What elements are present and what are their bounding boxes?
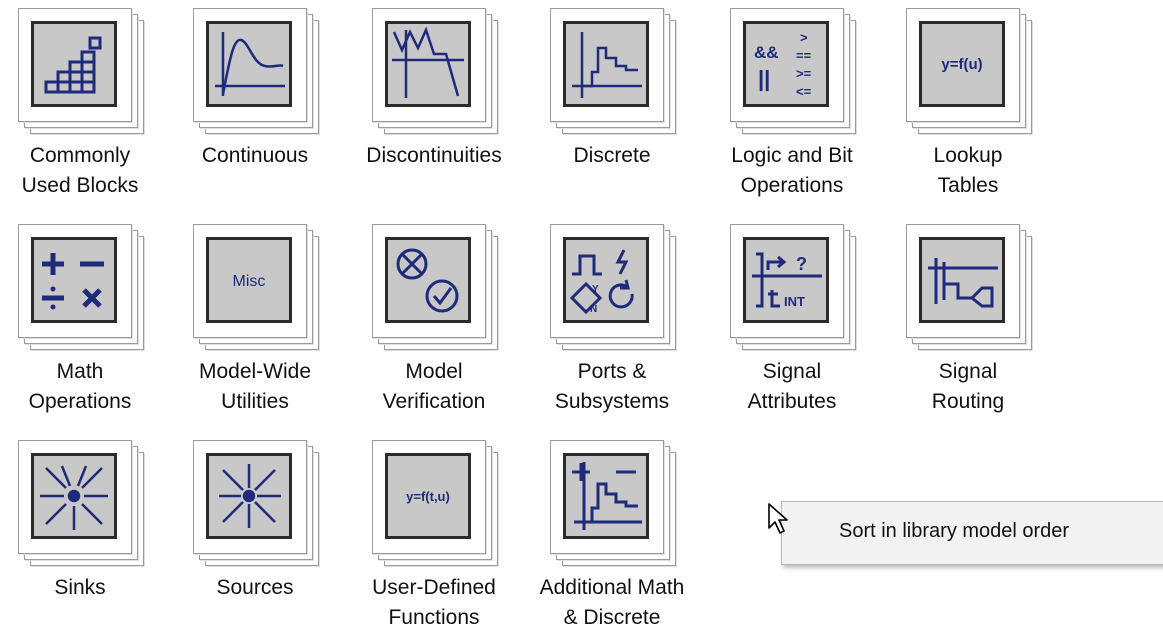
block-label: Continuous (201, 144, 309, 167)
library-block-discontinuities[interactable]: Discontinuities (354, 0, 514, 210)
logic-and-glyph: && (754, 43, 779, 62)
library-block-lookup-tables[interactable]: y=f(u) Lookup Tables (888, 0, 1048, 210)
ports-yes-glyph: Y (592, 284, 599, 295)
block-icon-stack: Y N (550, 224, 676, 350)
continuous-icon (206, 21, 292, 107)
signal-routing-icon (919, 237, 1005, 323)
lookup-tables-glyph: y=f(u) (941, 56, 982, 73)
block-label: Logic and Bit Operations (731, 144, 853, 197)
logic-or-glyph: || (758, 66, 770, 91)
lookup-tables-icon: y=f(u) (919, 21, 1005, 107)
library-block-signal-attributes[interactable]: ? INT Signal Attributes (712, 216, 872, 426)
library-block-additional-math-discrete[interactable]: Additional Math & Discrete (532, 432, 692, 642)
block-label: Model-Wide Utilities (198, 360, 312, 413)
block-icon-stack (550, 8, 676, 134)
block-icon-stack (193, 8, 319, 134)
block-label: Discrete (573, 144, 651, 167)
block-label: Signal Attributes (747, 360, 837, 413)
logic-le-glyph: <= (796, 84, 812, 99)
block-icon-stack: y=f(t,u) (372, 440, 498, 566)
block-icon-stack (550, 440, 676, 566)
block-icon-stack (372, 224, 498, 350)
context-menu: Sort in library model order (781, 501, 1163, 565)
library-block-user-defined-functions[interactable]: y=f(t,u) User-Defined Functions (354, 432, 514, 642)
library-block-math-operations[interactable]: Math Operations (0, 216, 160, 426)
block-icon-stack (18, 224, 144, 350)
ports-no-glyph: N (590, 304, 597, 315)
logic-gt-glyph: > (800, 30, 808, 45)
sources-icon (206, 453, 292, 539)
sinks-icon (31, 453, 117, 539)
block-icon-stack (372, 8, 498, 134)
block-icon-stack: && || > == >= <= (730, 8, 856, 134)
block-label: Lookup Tables (933, 144, 1003, 197)
library-block-signal-routing[interactable]: Signal Routing (888, 216, 1048, 426)
library-block-logic-bit-operations[interactable]: && || > == >= <= Logic and Bit Operation… (712, 0, 872, 210)
logic-bit-operations-icon: && || > == >= <= (743, 21, 829, 107)
block-label: User-Defined Functions (372, 576, 496, 629)
menu-item-label: Sort in library model order (839, 520, 1070, 542)
block-icon-stack (18, 440, 144, 566)
menu-item-sort-library-model-order[interactable]: Sort in library model order (782, 502, 1163, 564)
signal-attributes-int-glyph: INT (784, 294, 805, 309)
signal-attributes-query-glyph: ? (796, 254, 807, 274)
block-icon-stack (18, 8, 144, 134)
block-label: Math Operations (28, 360, 132, 413)
block-label: Model Verification (382, 360, 486, 413)
library-block-commonly-used-blocks[interactable]: Commonly Used Blocks (0, 0, 160, 210)
logic-ge-glyph: >= (796, 66, 812, 81)
model-verification-icon (385, 237, 471, 323)
model-wide-utilities-icon: Misc (206, 237, 292, 323)
user-defined-functions-icon: y=f(t,u) (385, 453, 471, 539)
math-operations-icon (31, 237, 117, 323)
block-icon-stack: ? INT (730, 224, 856, 350)
commonly-used-blocks-icon (31, 21, 117, 107)
block-icon-stack (906, 224, 1032, 350)
block-icon-stack: Misc (193, 224, 319, 350)
discontinuities-icon (385, 21, 471, 107)
additional-math-discrete-icon (563, 453, 649, 539)
block-label: Additional Math & Discrete (539, 576, 685, 629)
block-label: Ports & Subsystems (554, 360, 670, 413)
user-defined-functions-glyph: y=f(t,u) (406, 489, 450, 504)
block-label: Discontinuities (366, 144, 502, 167)
block-icon-stack: y=f(u) (906, 8, 1032, 134)
block-label: Signal Routing (931, 360, 1005, 413)
library-block-sources[interactable]: Sources (175, 432, 335, 642)
library-block-ports-subsystems[interactable]: Y N Ports & Subsystems (532, 216, 692, 426)
mouse-pointer-icon (767, 502, 791, 536)
library-block-continuous[interactable]: Continuous (175, 0, 335, 210)
block-label: Sources (216, 576, 294, 599)
block-icon-stack (193, 440, 319, 566)
library-block-model-wide-utilities[interactable]: Misc Model-Wide Utilities (175, 216, 335, 426)
signal-attributes-icon: ? INT (743, 237, 829, 323)
block-label: Commonly Used Blocks (21, 144, 139, 197)
logic-eq-glyph: == (796, 48, 812, 63)
misc-glyph: Misc (233, 273, 266, 290)
library-block-model-verification[interactable]: Model Verification (354, 216, 514, 426)
discrete-icon (563, 21, 649, 107)
library-block-discrete[interactable]: Discrete (532, 0, 692, 210)
ports-subsystems-icon: Y N (563, 237, 649, 323)
block-label: Sinks (54, 576, 106, 599)
library-block-sinks[interactable]: Sinks (0, 432, 160, 642)
